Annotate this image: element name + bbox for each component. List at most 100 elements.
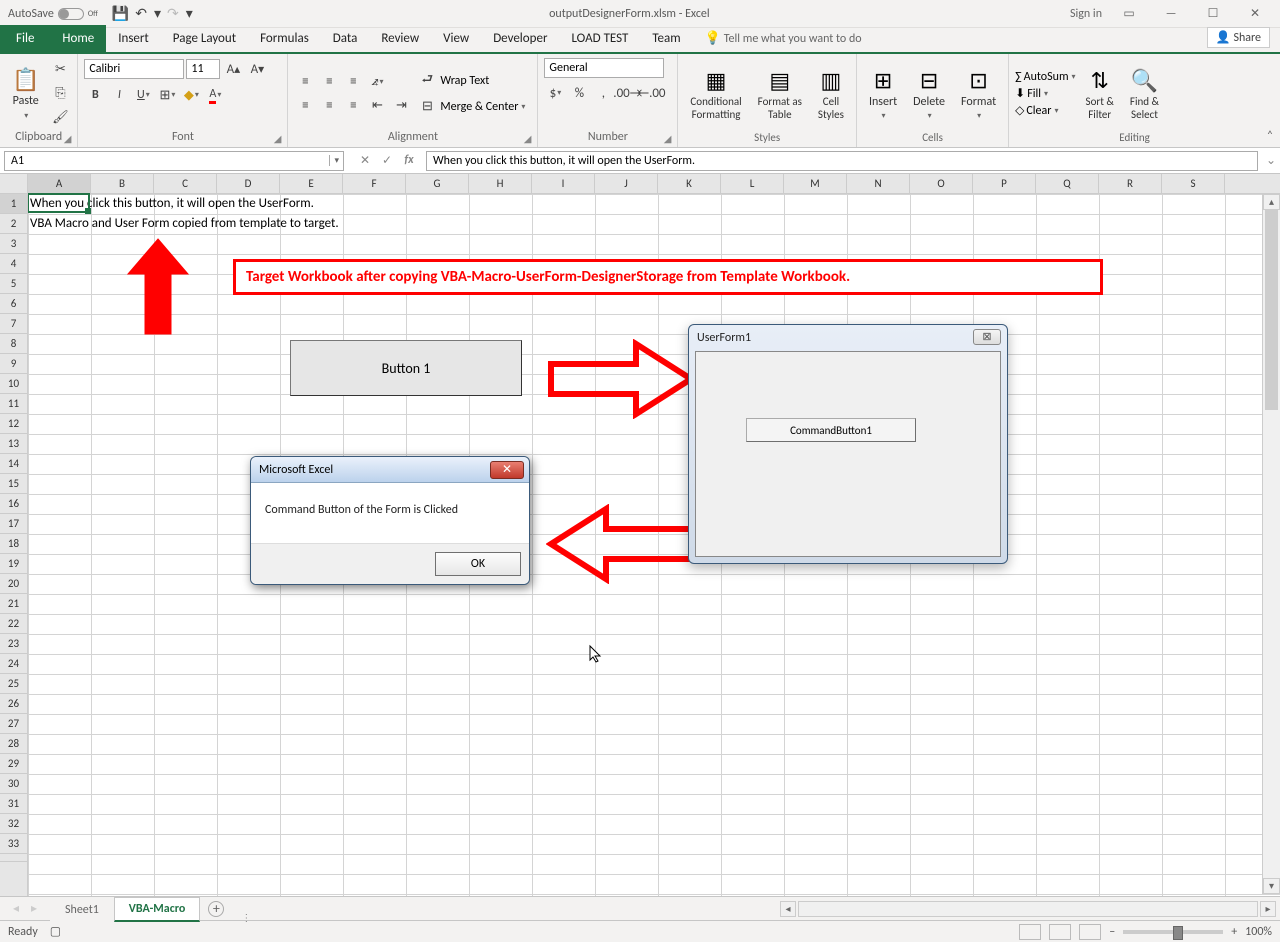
row-header-1[interactable]: 1: [0, 194, 27, 214]
userform-command-button[interactable]: CommandButton1: [746, 418, 916, 442]
row-header-12[interactable]: 12: [0, 414, 27, 434]
clipboard-dialog-icon[interactable]: ◢: [64, 132, 72, 145]
collapse-ribbon-icon[interactable]: ˄: [1260, 54, 1280, 147]
hscroll-track[interactable]: [798, 901, 1258, 917]
row-header-14[interactable]: 14: [0, 454, 27, 474]
align-middle-icon[interactable]: ≡: [318, 71, 340, 93]
sheet-nav-prev-icon[interactable]: ▸: [26, 901, 42, 916]
vertical-scrollbar[interactable]: ▴ ▾: [1262, 194, 1280, 894]
add-sheet-button[interactable]: +: [208, 901, 224, 917]
column-header-c[interactable]: C: [154, 174, 217, 193]
column-header-f[interactable]: F: [343, 174, 406, 193]
undo-icon[interactable]: ↶: [135, 5, 147, 22]
column-header-d[interactable]: D: [217, 174, 280, 193]
row-header-25[interactable]: 25: [0, 674, 27, 694]
scroll-right-button[interactable]: ▸: [1260, 901, 1276, 917]
column-header-r[interactable]: R: [1099, 174, 1162, 193]
sheet-tab-vba-macro[interactable]: VBA-Macro: [114, 897, 201, 922]
accounting-icon[interactable]: $▾: [544, 82, 566, 104]
row-header-28[interactable]: 28: [0, 734, 27, 754]
column-header-e[interactable]: E: [280, 174, 343, 193]
font-color-icon[interactable]: A▾: [204, 84, 226, 106]
name-box-dropdown-icon[interactable]: ▾: [329, 155, 343, 166]
row-header-5[interactable]: 5: [0, 274, 27, 294]
row-header-27[interactable]: 27: [0, 714, 27, 734]
row-header-21[interactable]: 21: [0, 594, 27, 614]
sheet-nav-first-icon[interactable]: ◂: [8, 901, 24, 916]
tab-data[interactable]: Data: [321, 25, 370, 52]
autosave-toggle[interactable]: AutoSave Off: [0, 7, 106, 21]
scroll-left-button[interactable]: ◂: [780, 901, 796, 917]
name-box[interactable]: ▾: [4, 151, 344, 171]
tab-team[interactable]: Team: [640, 25, 692, 52]
column-header-g[interactable]: G: [406, 174, 469, 193]
scroll-up-button[interactable]: ▴: [1263, 194, 1280, 210]
column-header-q[interactable]: Q: [1036, 174, 1099, 193]
sheet-button-1[interactable]: Button 1: [290, 340, 522, 396]
find-select-button[interactable]: 🔍Find & Select: [1124, 65, 1165, 122]
percent-icon[interactable]: %: [568, 82, 590, 104]
decrease-indent-icon[interactable]: ⇤: [366, 95, 388, 117]
zoom-level[interactable]: 100%: [1245, 925, 1272, 939]
tab-developer[interactable]: Developer: [481, 25, 559, 52]
row-header-19[interactable]: 19: [0, 554, 27, 574]
row-header-3[interactable]: 3: [0, 234, 27, 254]
tab-load-test[interactable]: LOAD TEST: [559, 25, 640, 52]
sort-filter-button[interactable]: ⇅Sort & Filter: [1080, 65, 1120, 122]
row-header-32[interactable]: 32: [0, 814, 27, 834]
conditional-formatting-button[interactable]: ▦Conditional Formatting: [684, 65, 747, 122]
copy-icon[interactable]: ⎘: [49, 83, 71, 105]
row-header-26[interactable]: 26: [0, 694, 27, 714]
row-header-8[interactable]: 8: [0, 334, 27, 354]
autosum-button[interactable]: ∑ AutoSum ▾: [1015, 70, 1075, 84]
signin-link[interactable]: Sign in: [1070, 7, 1102, 21]
align-right-icon[interactable]: ≡: [342, 95, 364, 117]
column-header-a[interactable]: A: [28, 174, 91, 193]
row-header-31[interactable]: 31: [0, 794, 27, 814]
row-header-24[interactable]: 24: [0, 654, 27, 674]
maximize-icon[interactable]: ☐: [1198, 6, 1228, 21]
close-icon[interactable]: ✕: [1240, 6, 1270, 21]
row-header-4[interactable]: 4: [0, 254, 27, 274]
row-header-23[interactable]: 23: [0, 634, 27, 654]
row-header-20[interactable]: 20: [0, 574, 27, 594]
row-header-13[interactable]: 13: [0, 434, 27, 454]
cut-icon[interactable]: ✂: [49, 59, 71, 81]
row-header-17[interactable]: 17: [0, 514, 27, 534]
border-icon[interactable]: ⊞▾: [156, 84, 178, 106]
column-header-p[interactable]: P: [973, 174, 1036, 193]
name-box-input[interactable]: [5, 154, 329, 168]
column-header-h[interactable]: H: [469, 174, 532, 193]
minimize-icon[interactable]: —: [1156, 7, 1186, 21]
italic-icon[interactable]: I: [108, 84, 130, 106]
row-header-33[interactable]: 33: [0, 834, 27, 854]
fill-button[interactable]: ⬇ Fill▾: [1015, 86, 1048, 101]
column-header-n[interactable]: N: [847, 174, 910, 193]
format-painter-icon[interactable]: 🖌: [49, 107, 71, 129]
tab-file[interactable]: File: [0, 25, 50, 52]
row-header-15[interactable]: 15: [0, 474, 27, 494]
insert-cells-button[interactable]: ⊞Insert▾: [863, 65, 903, 123]
cell-styles-button[interactable]: ▥Cell Styles: [812, 65, 850, 122]
column-header-i[interactable]: I: [532, 174, 595, 193]
message-box-ok-button[interactable]: OK: [435, 552, 521, 576]
horizontal-scrollbar[interactable]: ◂ ▸: [780, 901, 1280, 917]
row-header-18[interactable]: 18: [0, 534, 27, 554]
increase-decimal-icon[interactable]: .00→: [616, 82, 638, 104]
column-header-k[interactable]: K: [658, 174, 721, 193]
userform-window[interactable]: UserForm1 ⊠ CommandButton1: [688, 324, 1008, 564]
zoom-in-button[interactable]: +: [1231, 925, 1237, 939]
message-box-close-button[interactable]: ✕: [490, 461, 524, 479]
column-header-m[interactable]: M: [784, 174, 847, 193]
column-header-b[interactable]: B: [91, 174, 154, 193]
comma-icon[interactable]: ,: [592, 82, 614, 104]
font-size-combo[interactable]: [186, 59, 220, 79]
sheet-tab-sheet1[interactable]: Sheet1: [50, 898, 114, 922]
insert-function-icon[interactable]: fx: [400, 153, 418, 168]
tab-view[interactable]: View: [431, 25, 481, 52]
save-icon[interactable]: 💾: [112, 5, 129, 22]
fill-color-icon[interactable]: ◆▾: [180, 84, 202, 106]
underline-icon[interactable]: U▾: [132, 84, 154, 106]
spreadsheet-grid[interactable]: 1234567891011121314151617181920212223242…: [0, 174, 1280, 896]
increase-indent-icon[interactable]: ⇥: [390, 95, 412, 117]
